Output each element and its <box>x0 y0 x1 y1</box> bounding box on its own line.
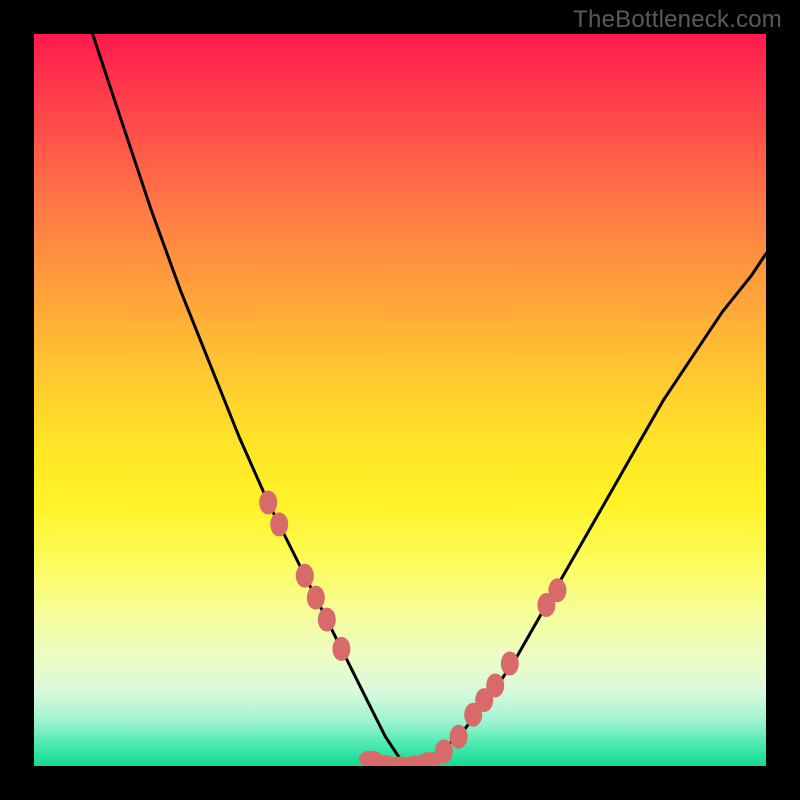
markers-right <box>435 578 567 763</box>
watermark-text: TheBottleneck.com <box>573 6 782 34</box>
markers-bottom <box>359 751 442 766</box>
curve-svg <box>34 34 766 766</box>
markers-left <box>259 491 350 661</box>
bottleneck-curve <box>93 34 766 766</box>
plot-area <box>34 34 766 766</box>
chart-stage: TheBottleneck.com <box>0 0 800 800</box>
